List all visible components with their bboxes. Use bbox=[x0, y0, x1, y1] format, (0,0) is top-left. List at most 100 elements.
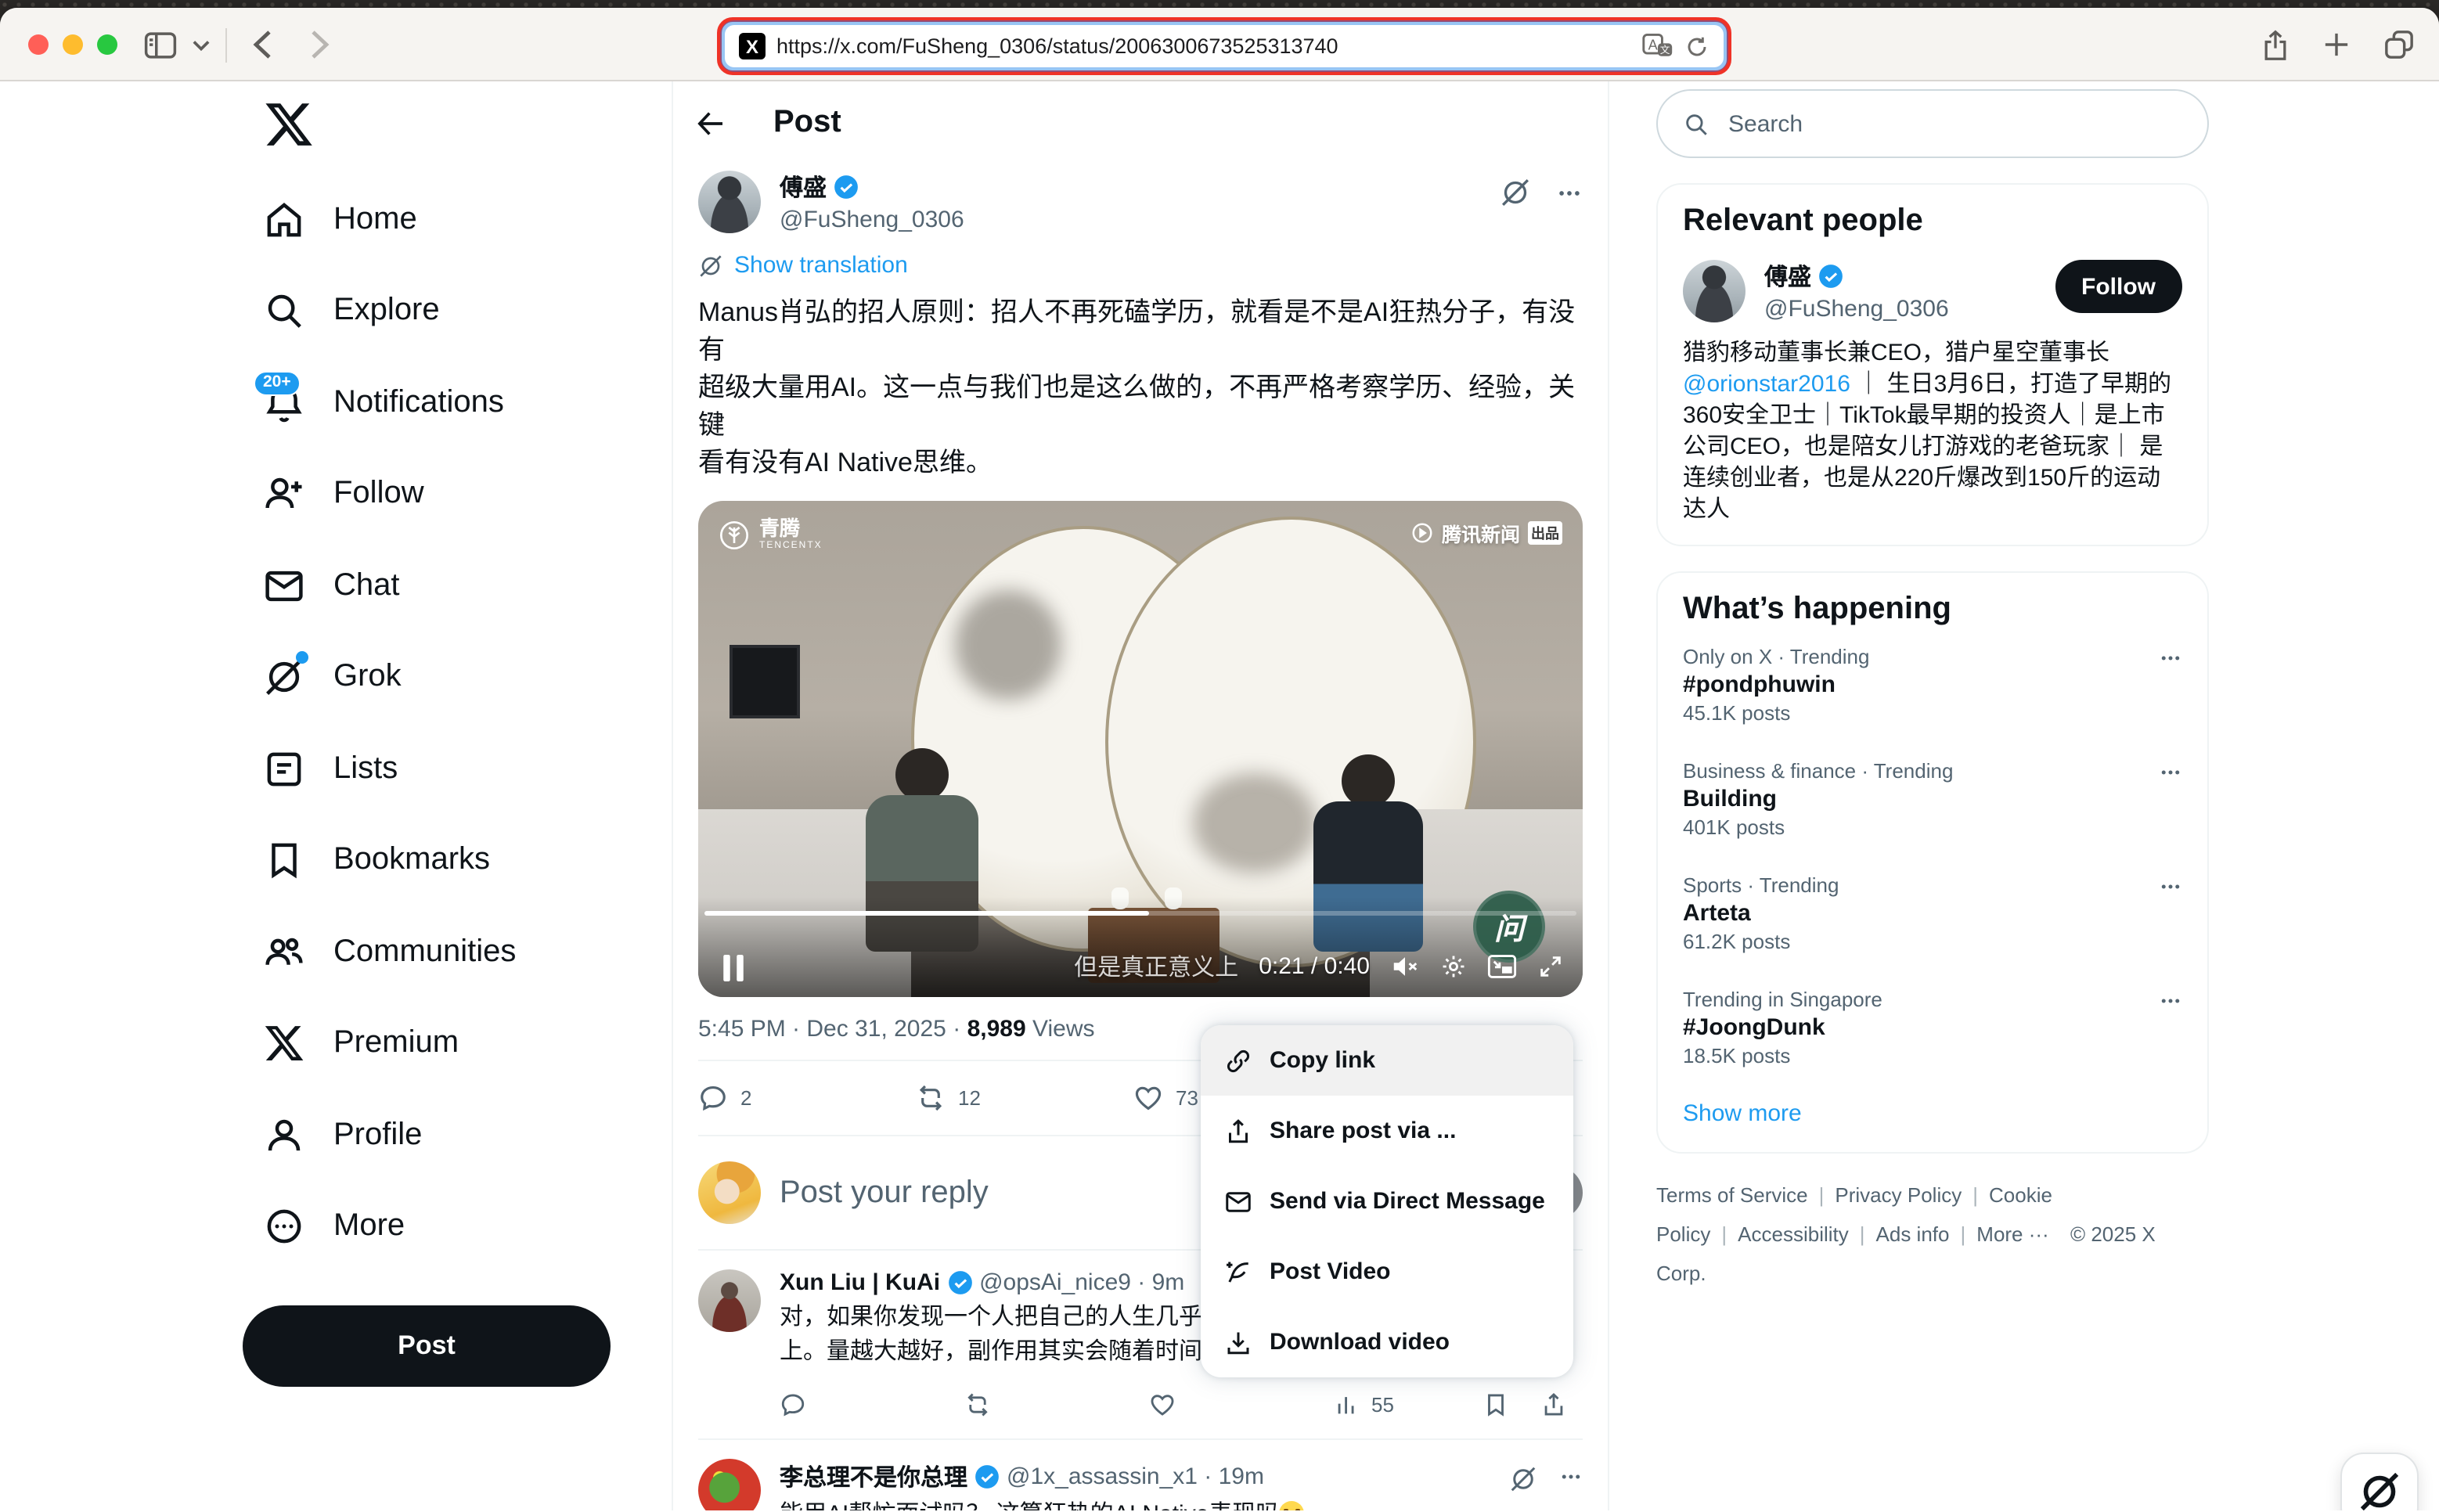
close-window-button[interactable] bbox=[28, 34, 49, 55]
reply-button[interactable] bbox=[780, 1391, 964, 1417]
settings-gear-icon[interactable] bbox=[1440, 953, 1467, 980]
reply-author-name[interactable]: 李总理不是你总理 bbox=[780, 1460, 967, 1492]
footer-link[interactable]: Terms of Service bbox=[1656, 1183, 1808, 1207]
new-tab-icon[interactable] bbox=[2323, 31, 2350, 58]
reply-text: 能用AI帮忙面试吗？ 这算狂热的AI Native表现吗😂 bbox=[780, 1498, 1583, 1510]
reply-item[interactable]: 李总理不是你总理 @1x_assassin_x1 · 19m bbox=[698, 1440, 1583, 1510]
show-translation-link[interactable]: Show translation bbox=[734, 252, 908, 279]
author-handle[interactable]: @FuSheng_0306 bbox=[780, 207, 1500, 233]
fullscreen-icon[interactable] bbox=[1537, 953, 1564, 980]
show-translation-row[interactable]: Show translation bbox=[698, 252, 1583, 279]
pip-icon[interactable] bbox=[1487, 953, 1517, 980]
relevant-people-card: Relevant people 傅盛 @FuSheng_0306 Follow … bbox=[1656, 183, 2209, 546]
grok-actions-icon[interactable] bbox=[1509, 1465, 1537, 1493]
address-bar[interactable]: X https://x.com/FuSheng_0306/status/2006… bbox=[725, 25, 1724, 67]
show-more-link[interactable]: Show more bbox=[1683, 1100, 2182, 1133]
menu-item-post-video[interactable]: Post Video bbox=[1201, 1237, 1573, 1307]
search-box[interactable]: Search bbox=[1656, 89, 2209, 158]
back-arrow-icon[interactable] bbox=[695, 107, 726, 139]
x-logo[interactable] bbox=[263, 99, 315, 150]
video-player[interactable]: 青腾TENCENTX 腾讯新闻 出品 问 但是真正意义上 bbox=[698, 501, 1583, 997]
sidebar-item-explore[interactable]: Explore bbox=[243, 265, 672, 357]
sidebar-toggle-icon[interactable] bbox=[144, 31, 177, 59]
trend-more-icon[interactable] bbox=[2159, 646, 2182, 670]
follow-button[interactable]: Follow bbox=[2055, 260, 2182, 313]
pause-icon[interactable] bbox=[722, 955, 745, 981]
user-name[interactable]: 傅盛 bbox=[1764, 260, 1811, 293]
window-controls[interactable] bbox=[28, 34, 117, 55]
verified-badge-icon bbox=[974, 1463, 1000, 1489]
zoom-window-button[interactable] bbox=[97, 34, 117, 55]
sidebar-item-communities[interactable]: Communities bbox=[243, 906, 672, 998]
like-button[interactable] bbox=[1149, 1391, 1334, 1417]
menu-item-download-video[interactable]: Download video bbox=[1201, 1307, 1573, 1377]
post-button[interactable]: Post bbox=[243, 1305, 611, 1387]
trend-more-icon[interactable] bbox=[2159, 761, 2182, 784]
menu-item-share-post-via[interactable]: Share post via ... bbox=[1201, 1096, 1573, 1166]
video-time: 0:21 / 0:40 bbox=[1259, 953, 1370, 980]
reply-author-name[interactable]: Xun Liu | KuAi bbox=[780, 1269, 940, 1296]
sidebar-item-home[interactable]: Home bbox=[243, 174, 672, 265]
trend-item[interactable]: Business & finance · Trending Building 4… bbox=[1683, 742, 2182, 856]
grok-floating-button[interactable] bbox=[2340, 1453, 2419, 1510]
bookmark-button[interactable] bbox=[1482, 1391, 1509, 1417]
user-handle[interactable]: @FuSheng_0306 bbox=[1764, 296, 2042, 322]
menu-item-send-dm[interactable]: Send via Direct Message bbox=[1201, 1166, 1573, 1237]
mute-icon[interactable] bbox=[1390, 953, 1420, 980]
search-placeholder: Search bbox=[1728, 110, 1803, 137]
sidebar-item-more[interactable]: More bbox=[243, 1181, 672, 1273]
sidebar-item-lists[interactable]: Lists bbox=[243, 723, 672, 815]
footer-link[interactable]: More ··· bbox=[1976, 1222, 2048, 1246]
svg-text:A: A bbox=[1648, 38, 1659, 53]
forward-button[interactable] bbox=[310, 30, 330, 59]
share-button[interactable] bbox=[1540, 1391, 1567, 1417]
footer-link[interactable]: Accessibility bbox=[1738, 1222, 1849, 1246]
trend-more-icon[interactable] bbox=[2159, 875, 2182, 898]
translate-icon[interactable]: A文 bbox=[1642, 33, 1673, 59]
sidebar-item-chat[interactable]: Chat bbox=[243, 540, 672, 632]
bio-mention-link[interactable]: @orionstar2016 bbox=[1683, 371, 1850, 398]
author-name[interactable]: 傅盛 bbox=[780, 171, 827, 203]
trend-more-icon[interactable] bbox=[2159, 989, 2182, 1013]
back-button[interactable] bbox=[252, 30, 272, 59]
sidebar-item-follow[interactable]: Follow bbox=[243, 448, 672, 540]
reply-author-meta[interactable]: @opsAi_nice9 · 9m bbox=[979, 1269, 1184, 1296]
trend-item[interactable]: Only on X · Trending #pondphuwin 45.1K p… bbox=[1683, 628, 2182, 742]
sidebar-item-premium[interactable]: Premium bbox=[243, 998, 672, 1089]
grok-new-dot bbox=[296, 652, 308, 664]
grok-actions-icon[interactable] bbox=[1500, 177, 1531, 208]
avatar[interactable] bbox=[698, 171, 761, 233]
sidebar-item-notifications[interactable]: 20+ Notifications bbox=[243, 357, 672, 448]
minimize-window-button[interactable] bbox=[63, 34, 83, 55]
reply-views-count: 55 bbox=[1371, 1392, 1394, 1416]
footer-link[interactable]: Ads info bbox=[1876, 1222, 1950, 1246]
sidebar-item-grok[interactable]: Grok bbox=[243, 632, 672, 723]
trend-item[interactable]: Sports · Trending Arteta 61.2K posts bbox=[1683, 856, 2182, 970]
user-avatar[interactable] bbox=[698, 1161, 761, 1224]
menu-item-copy-link[interactable]: Copy link bbox=[1201, 1025, 1573, 1096]
views-label: Views bbox=[1032, 1016, 1095, 1042]
trend-item[interactable]: Trending in Singapore #JoongDunk 18.5K p… bbox=[1683, 970, 2182, 1085]
post-more-icon[interactable] bbox=[1559, 1465, 1583, 1493]
sidebar-item-profile[interactable]: Profile bbox=[243, 1089, 672, 1181]
post-more-icon[interactable] bbox=[1556, 179, 1583, 206]
browser-toolbar: X https://x.com/FuSheng_0306/status/2006… bbox=[0, 8, 2439, 81]
video-progress-bar[interactable] bbox=[704, 911, 1576, 916]
tab-overview-icon[interactable] bbox=[2384, 30, 2414, 59]
add-user-icon bbox=[263, 473, 305, 516]
footer-link[interactable]: Privacy Policy bbox=[1835, 1183, 1962, 1207]
avatar[interactable] bbox=[1683, 260, 1745, 322]
repost-button[interactable]: 12 bbox=[916, 1083, 1133, 1113]
repost-button[interactable] bbox=[964, 1391, 1149, 1417]
url-text[interactable]: https://x.com/FuSheng_0306/status/200630… bbox=[776, 34, 1631, 58]
video-progress-fill bbox=[704, 911, 1149, 916]
chevron-down-icon[interactable] bbox=[193, 38, 210, 51]
share-page-icon[interactable] bbox=[2262, 29, 2289, 60]
reload-icon[interactable] bbox=[1684, 34, 1709, 59]
reply-button[interactable]: 2 bbox=[698, 1083, 916, 1113]
sidebar-item-bookmarks[interactable]: Bookmarks bbox=[243, 815, 672, 906]
avatar[interactable] bbox=[698, 1459, 761, 1510]
reply-author-meta[interactable]: @1x_assassin_x1 · 19m bbox=[1007, 1463, 1264, 1489]
views-button[interactable]: 55 bbox=[1334, 1391, 1394, 1417]
avatar[interactable] bbox=[698, 1269, 761, 1332]
